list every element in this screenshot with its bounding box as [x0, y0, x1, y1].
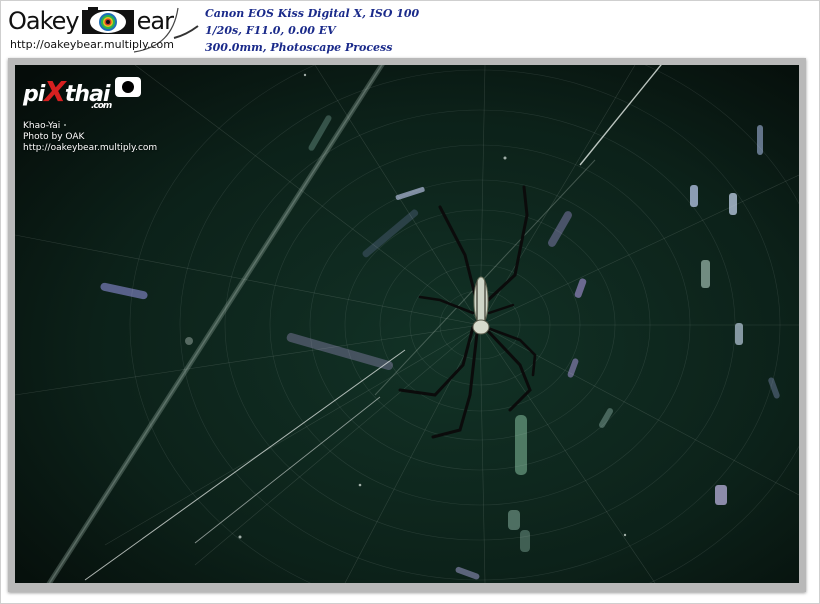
logo-url: http://oakeybear.multiply.com	[10, 38, 175, 51]
exif-line: Canon EOS Kiss Digital X, ISO 100	[205, 7, 420, 20]
pixthai-watermark: piXthai .com Khao-Yai Photo by OAK http:…	[23, 75, 157, 154]
logo-eye-icon	[80, 7, 136, 37]
camera-icon	[115, 77, 141, 97]
exif-line: 1/20s, F11.0, 0.00 EV	[205, 24, 336, 37]
exif-line: 300.0mm, Photoscape Process	[205, 41, 393, 54]
credit-label: Photo by OAK	[23, 132, 85, 142]
exif-info: Canon EOS Kiss Digital X, ISO 100 1/20s,…	[205, 5, 419, 56]
location-label: Khao-Yai	[23, 121, 61, 131]
url-label: http://oakeybear.multiply.com	[23, 143, 158, 153]
header: Oakey ear http://oakeybear.multiply.com …	[0, 0, 820, 58]
logo-text-left: Oakey	[8, 7, 80, 35]
spider-photo: piXthai .com Khao-Yai Photo by OAK http:…	[15, 65, 799, 583]
watermark-text: Khao-Yai Photo by OAK http://oakeybear.m…	[23, 121, 157, 154]
pixthai-logo: piXthai .com	[23, 75, 157, 111]
